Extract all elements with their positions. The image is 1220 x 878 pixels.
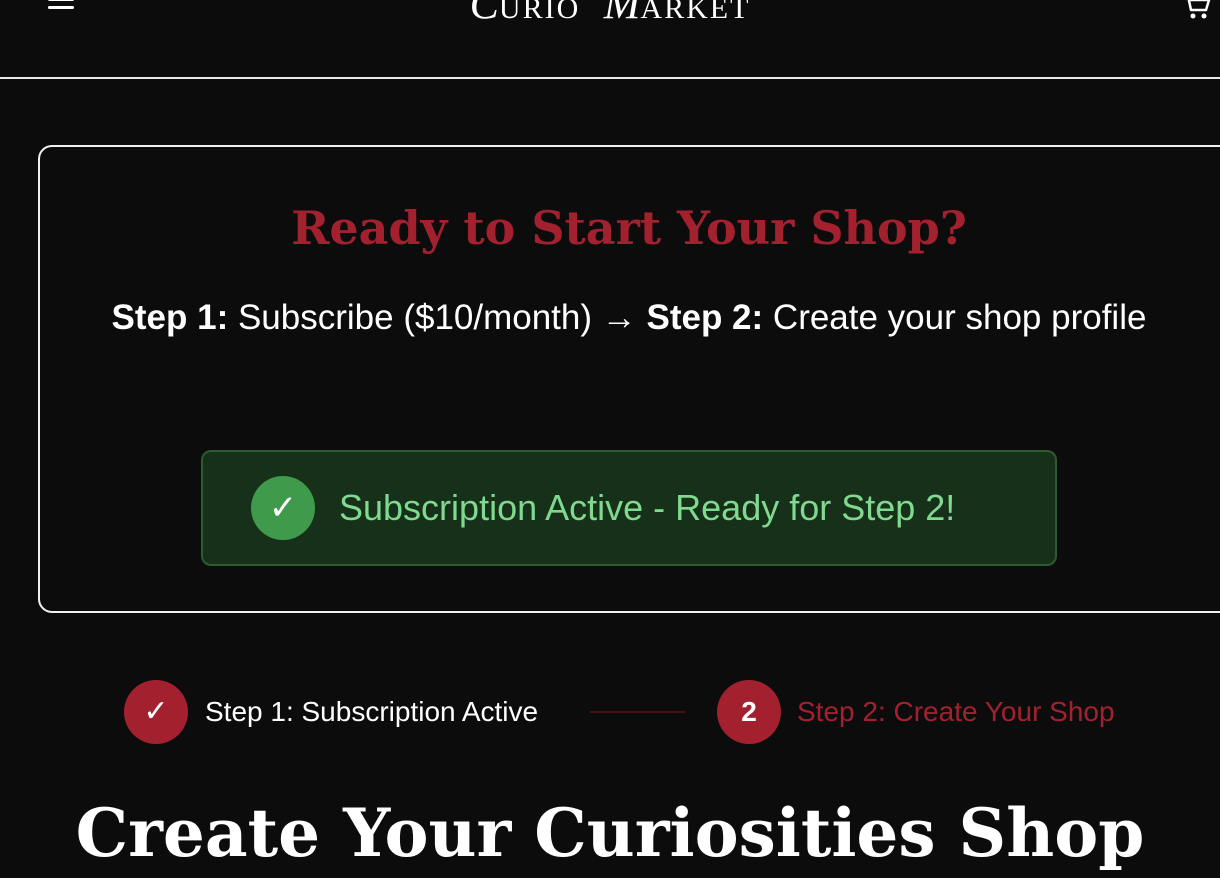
logo-word-curio: URIO — [498, 0, 581, 25]
arrow-icon: → — [601, 298, 637, 337]
step1-text: Subscribe ($10/month) — [228, 298, 602, 337]
steps-description: Step 1: Subscribe ($10/month) → Step 2: … — [100, 290, 1158, 346]
progress-step2-number: 2 — [717, 680, 781, 744]
logo-initial-c: C — [469, 0, 499, 28]
step2-label: Step 2: — [646, 298, 764, 337]
promo-title: Ready to Start Your Shop? — [291, 201, 967, 255]
progress-step1-label: Step 1: Subscription Active — [205, 696, 539, 727]
top-navigation-bar: CURIO MARKET — [0, 0, 1220, 79]
logo-initial-m: M — [603, 0, 641, 28]
progress-step2-label: Step 2: Create Your Shop — [797, 696, 1115, 727]
logo-word-market: ARKET — [640, 0, 751, 25]
check-icon: ✓ — [251, 476, 315, 540]
progress-connector — [590, 711, 685, 713]
subscription-status-text: Subscription Active - Ready for Step 2! — [339, 487, 956, 528]
shopping-cart-icon[interactable] — [1181, 0, 1213, 22]
site-logo[interactable]: CURIO MARKET — [0, 0, 1220, 27]
page-title: Create Your Curiosities Shop — [75, 794, 1145, 872]
step2-text: Create your shop profile — [763, 298, 1147, 337]
step1-label: Step 1: — [111, 298, 229, 337]
step1-check-icon: ✓ — [124, 680, 188, 744]
